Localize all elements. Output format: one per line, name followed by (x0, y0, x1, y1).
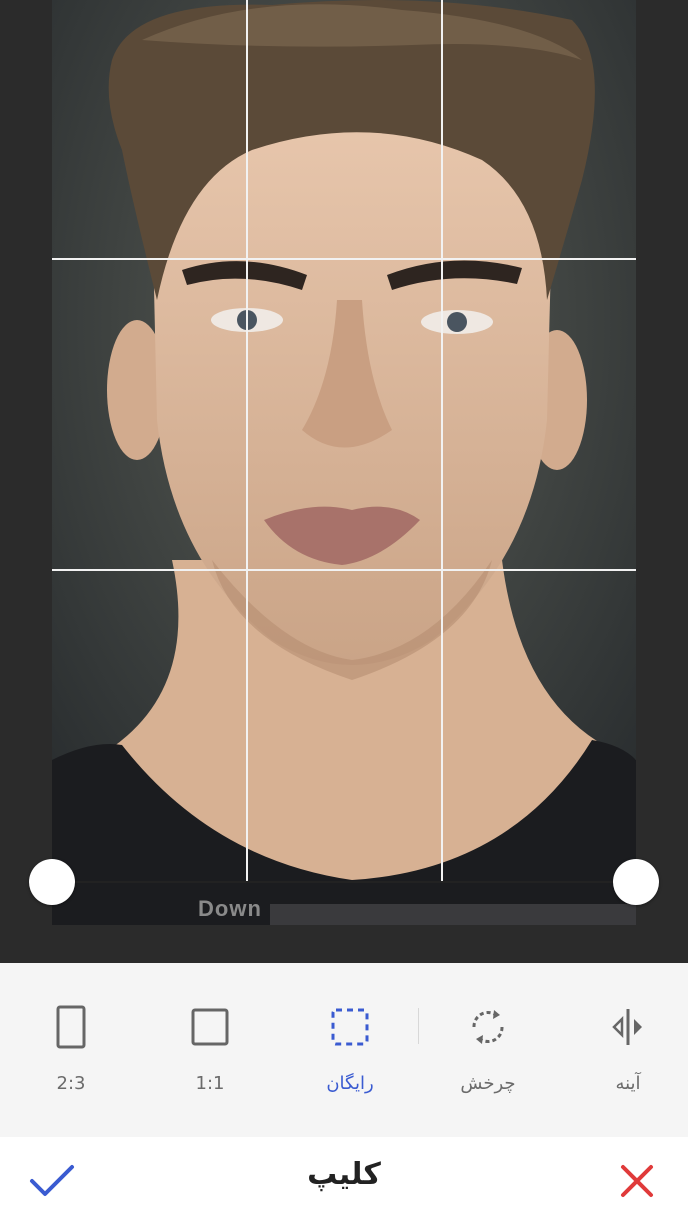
tool-label: 2:3 (56, 1073, 86, 1094)
grid-line-v1 (246, 0, 248, 882)
grid-line-v2 (441, 0, 443, 882)
tool-free-crop[interactable]: رایگان (290, 963, 410, 1137)
crop-editor[interactable]: Down (0, 0, 688, 963)
tool-portrait-ratio[interactable]: 2:3 (11, 963, 131, 1137)
crop-handle-bottom-left[interactable] (29, 859, 75, 905)
tool-label: چرخش (460, 1073, 516, 1094)
mirror-icon (606, 1005, 650, 1053)
tool-mirror[interactable]: آینه (568, 963, 688, 1137)
tool-rotate[interactable]: چرخش (428, 963, 548, 1137)
crop-border-bottom (52, 881, 636, 883)
crop-tools-panel: 2:3 1:1 رایگان چرخش آینه (0, 963, 688, 1137)
portrait-ratio-icon (56, 1005, 86, 1053)
grid-line-h1 (52, 258, 636, 260)
photo (52, 0, 636, 925)
tool-square-ratio[interactable]: 1:1 (150, 963, 270, 1137)
watermark-text: Down (198, 896, 262, 921)
tools-divider (418, 1008, 419, 1044)
square-ratio-icon (191, 1008, 229, 1050)
watermark-bar (270, 904, 636, 925)
free-crop-icon (330, 1007, 370, 1051)
tool-label: آینه (615, 1073, 641, 1094)
bottom-bar: کلیپ (0, 1137, 688, 1223)
tool-label: رایگان (326, 1073, 374, 1094)
crop-handle-bottom-right[interactable] (613, 859, 659, 905)
tool-label: 1:1 (195, 1073, 225, 1094)
cancel-button[interactable] (613, 1159, 661, 1207)
rotate-icon (466, 1005, 510, 1053)
grid-line-h2 (52, 569, 636, 571)
close-icon (619, 1163, 655, 1203)
screen-title: کلیپ (307, 1157, 381, 1192)
